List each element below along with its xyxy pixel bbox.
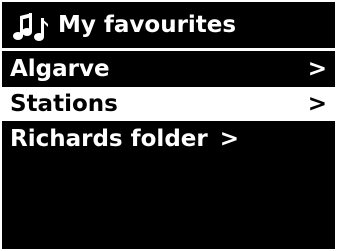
chevron-right-icon: > [219,126,240,152]
menu-item-label: Stations [10,91,118,117]
menu-item-label: Richards folder [10,126,208,152]
chevron-right-icon: > [307,91,327,117]
chevron-right-icon: > [307,56,327,82]
header-divider [2,48,335,51]
header-bar: My favourites [2,2,335,51]
menu-item-label: Algarve [10,56,110,82]
radio-display: My favourites Algarve > Stations > Richa… [2,2,335,249]
menu-item-algarve[interactable]: Algarve > [2,52,335,86]
page-title: My favourites [58,12,237,38]
menu-item-stations[interactable]: Stations > [2,87,335,121]
menu-item-richards-folder[interactable]: Richards folder > [2,122,335,156]
music-notes-icon [12,12,48,42]
